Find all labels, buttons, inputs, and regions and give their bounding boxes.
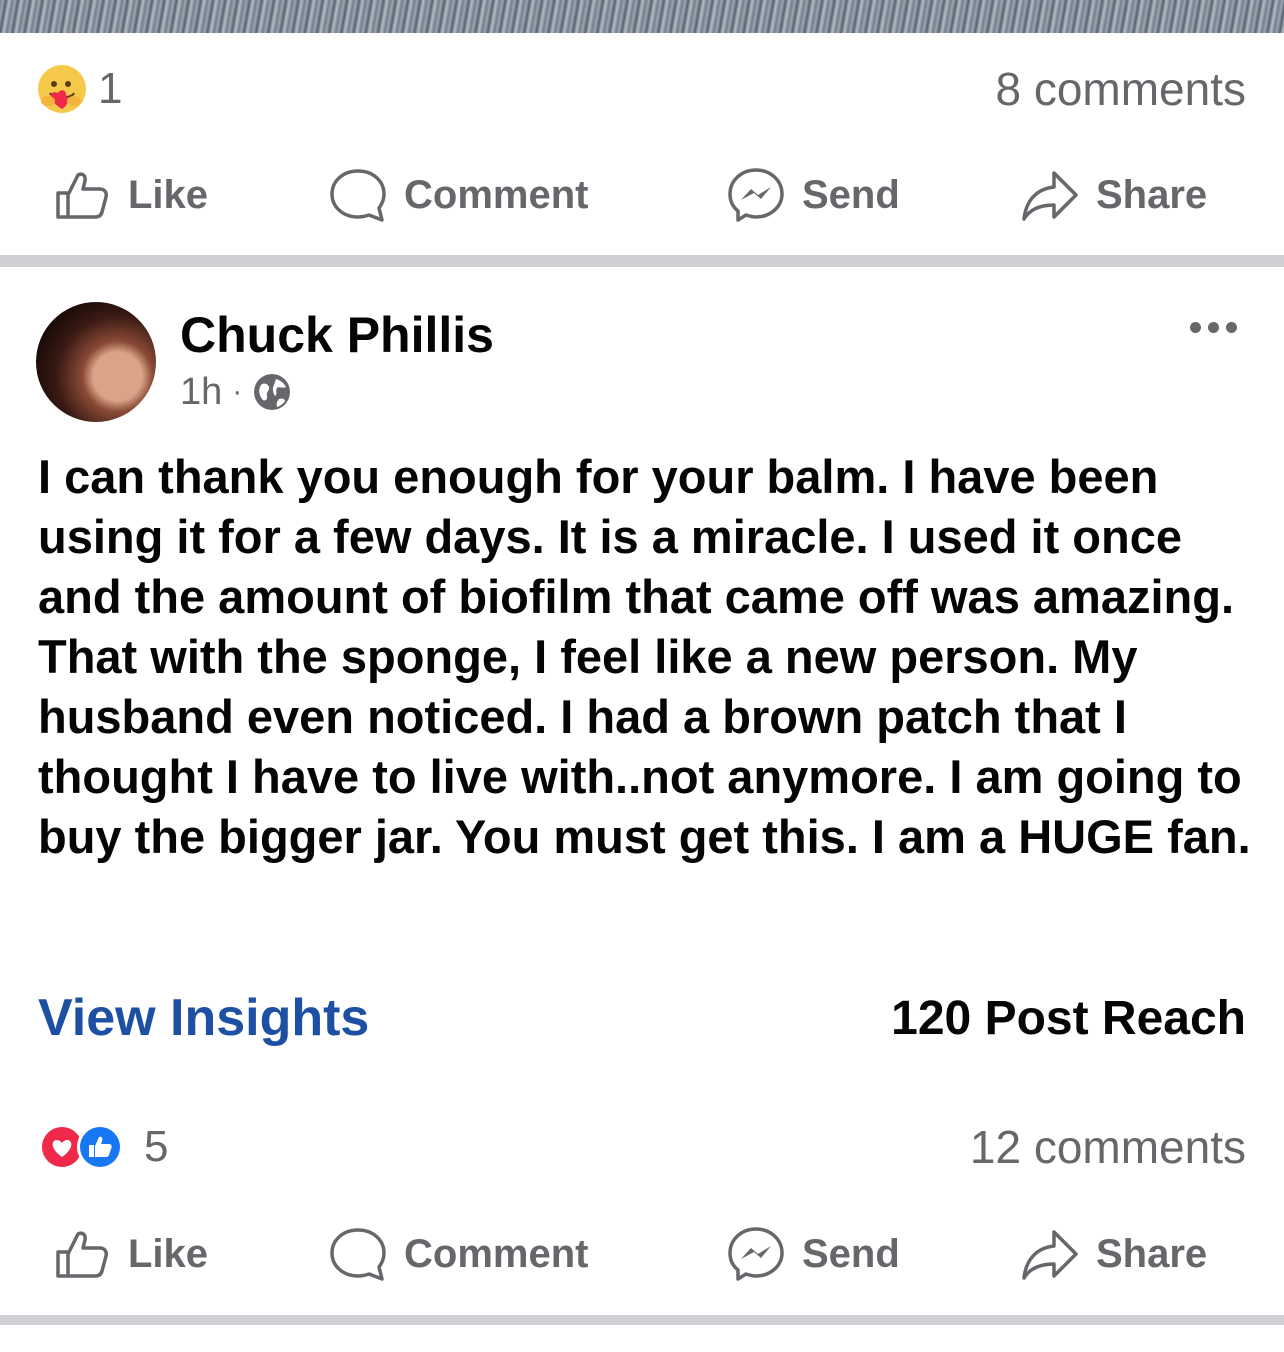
reaction-count: 5 [144, 1122, 169, 1171]
comment-label: Comment [404, 173, 589, 217]
comment-button[interactable]: Comment [328, 1224, 588, 1284]
like-label: Like [128, 173, 209, 217]
comment-bubble-icon [330, 1228, 386, 1281]
post-divider [0, 1315, 1284, 1325]
share-arrow-icon [1022, 1230, 1078, 1280]
care-emoji-icon [38, 65, 86, 113]
post-action-bar: Like Comment Send Share [0, 1214, 1284, 1294]
share-button[interactable]: Share [1020, 1224, 1207, 1284]
share-arrow-icon [1022, 171, 1078, 221]
previous-post-action-bar: Like Comment Send Share [0, 155, 1284, 235]
share-label: Share [1096, 1232, 1208, 1276]
like-button[interactable]: Like [52, 165, 208, 225]
share-button[interactable]: Share [1020, 165, 1207, 225]
post-meta: 1h · [180, 372, 292, 412]
dot-icon [1208, 322, 1219, 333]
thumbs-up-icon [56, 172, 108, 219]
reaction-summary[interactable]: 1 [36, 63, 122, 115]
send-button[interactable]: Send [726, 165, 900, 225]
author-name[interactable]: Chuck Phillis [180, 308, 494, 363]
share-label: Share [1096, 173, 1208, 217]
send-label: Send [802, 1232, 900, 1276]
reaction-summary[interactable]: 5 [36, 1122, 168, 1172]
author-avatar[interactable] [36, 302, 156, 422]
messenger-icon [728, 1227, 784, 1281]
reaction-icons [39, 1124, 123, 1170]
like-label: Like [128, 1232, 209, 1276]
post-body: I can thank you enough for your balm. I … [38, 450, 1251, 863]
comments-count[interactable]: 12 comments [970, 1124, 1246, 1170]
reaction-count: 1 [98, 64, 123, 113]
comment-bubble-icon [330, 169, 386, 222]
view-insights-link[interactable]: View Insights [38, 989, 369, 1047]
globe-icon [254, 374, 291, 410]
messenger-icon [728, 168, 784, 222]
dot-icon [1190, 322, 1201, 333]
post-divider [0, 255, 1284, 267]
previous-post-stats: 1 8 comments [0, 54, 1284, 124]
post-stats: 5 12 comments [0, 1112, 1284, 1182]
more-options-button[interactable] [1190, 322, 1237, 333]
thumbs-up-icon [56, 1231, 108, 1278]
post-reach: 120 Post Reach [891, 992, 1246, 1045]
comment-label: Comment [404, 1232, 589, 1276]
previous-post-image [0, 0, 1284, 33]
dot-icon [1226, 322, 1237, 333]
comment-button[interactable]: Comment [328, 165, 588, 225]
send-button[interactable]: Send [726, 1224, 900, 1284]
comments-count[interactable]: 8 comments [995, 66, 1246, 112]
post-time[interactable]: 1h [180, 373, 222, 411]
send-label: Send [802, 173, 900, 217]
like-button[interactable]: Like [52, 1224, 208, 1284]
meta-separator: · [232, 375, 243, 408]
